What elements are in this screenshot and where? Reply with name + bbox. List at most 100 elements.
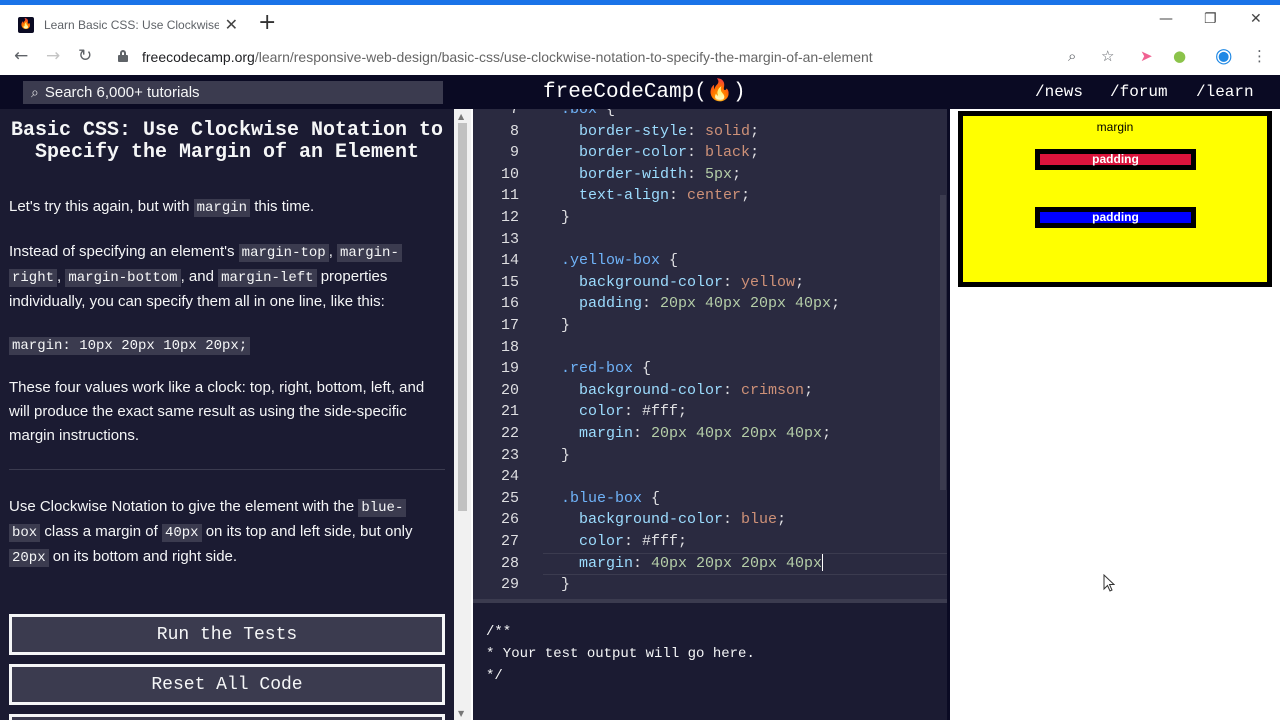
fcc-logo[interactable]: freeCodeCamp(🔥) — [543, 79, 746, 104]
line-number: 22 — [500, 425, 519, 442]
run-tests-button[interactable]: Run the Tests — [9, 614, 445, 655]
extension-icon-2[interactable]: ● — [1173, 47, 1186, 65]
code-text: .box { — [561, 109, 616, 118]
red-box: padding — [1035, 149, 1196, 170]
code-line[interactable]: 10 border-width: 5px; — [473, 164, 947, 186]
code-line[interactable]: 7 .box { — [473, 109, 947, 121]
code-line[interactable]: 9 border-color: black; — [473, 142, 947, 164]
line-number: 16 — [500, 295, 519, 313]
preview-pane: margin padding padding — [950, 109, 1280, 720]
line-number: 7 — [509, 109, 519, 118]
code-text: } — [561, 576, 571, 594]
lesson-paragraph-3: These four values work like a clock: top… — [9, 379, 425, 444]
lock-icon[interactable] — [118, 50, 128, 62]
code-text: } — [561, 446, 571, 464]
code-line[interactable]: 29} — [473, 574, 947, 596]
text-cursor — [822, 554, 824, 572]
example-code: margin: 10px 20px 10px 20px; — [9, 333, 439, 358]
tab-close-icon[interactable]: ✕ — [225, 15, 238, 34]
search-placeholder: Search 6,000+ tutorials — [44, 84, 200, 101]
fcc-navbar: ⌕ Search 6,000+ tutorials freeCodeCamp(🔥… — [0, 75, 1280, 109]
line-number: 18 — [500, 338, 519, 356]
fcc-favicon-icon: 🔥 — [18, 16, 34, 33]
scrollbar-thumb[interactable] — [458, 123, 467, 511]
code-text: color: #fff; — [561, 533, 688, 550]
code-line[interactable]: 19 .red-box { — [473, 358, 947, 380]
line-number: 9 — [509, 144, 519, 162]
profile-icon[interactable]: ◉ — [1215, 43, 1232, 67]
code-text: .red-box { — [561, 360, 652, 378]
code-line[interactable]: 21 color: #fff; — [473, 401, 947, 423]
code-line[interactable]: 16 padding: 20px 40px 20px 40px; — [473, 293, 947, 315]
close-window-button[interactable]: ✕ — [1250, 11, 1262, 27]
line-number: 28 — [500, 554, 519, 572]
code-line[interactable]: 11 text-align: center; — [473, 185, 947, 207]
address-bar[interactable]: freecodecamp.org/learn/responsive-web-de… — [142, 49, 873, 65]
star-icon[interactable]: ☆ — [1101, 47, 1114, 65]
search-input[interactable]: ⌕ Search 6,000+ tutorials — [23, 81, 443, 104]
code-line[interactable]: 17} — [473, 315, 947, 337]
code-line[interactable]: 23} — [473, 445, 947, 467]
nav-link-learn[interactable]: /learn — [1196, 83, 1254, 101]
code-line[interactable]: 14 .yellow-box { — [473, 250, 947, 272]
code-line[interactable]: 27 color: #fff; — [473, 531, 947, 553]
line-number: 11 — [500, 187, 519, 205]
nav-link-news[interactable]: /news — [1035, 83, 1083, 101]
code-line[interactable]: 25 .blue-box { — [473, 488, 947, 510]
line-number: 25 — [500, 489, 519, 507]
line-number: 20 — [500, 381, 519, 399]
code-line[interactable]: 18 — [473, 337, 947, 359]
code-line[interactable]: 24 — [473, 466, 947, 488]
line-number: 29 — [500, 576, 519, 594]
code-text: margin: 40px 20px 20px 40px — [561, 554, 824, 572]
code-text: border-style: solid; — [561, 122, 760, 140]
forward-icon[interactable]: → — [46, 46, 60, 66]
test-output: /** * Your test output will go here. */ — [473, 603, 947, 720]
restore-button[interactable]: ❐ — [1204, 11, 1217, 27]
code-text: border-color: black; — [561, 144, 760, 162]
code-line[interactable]: 28 margin: 40px 20px 20px 40px — [473, 552, 947, 575]
line-number: 13 — [500, 230, 519, 248]
editor-scrollbar[interactable] — [940, 195, 946, 490]
extension-icon[interactable]: ➤ — [1140, 47, 1153, 65]
code-line[interactable]: 13 — [473, 229, 947, 251]
code-line[interactable]: 12} — [473, 207, 947, 229]
browser-tab[interactable]: 🔥 Learn Basic CSS: Use Clockwise N ✕ — [8, 9, 248, 40]
line-number: 8 — [509, 122, 519, 140]
code-text: border-width: 5px; — [561, 165, 742, 183]
code-line[interactable]: 8 border-style: solid; — [473, 121, 947, 143]
code-line[interactable]: 15 background-color: yellow; — [473, 272, 947, 294]
nav-link-forum[interactable]: /forum — [1110, 83, 1168, 101]
code-line[interactable]: 26 background-color: blue; — [473, 509, 947, 531]
back-icon[interactable]: ← — [14, 46, 28, 66]
zoom-icon[interactable]: ⌕ — [1068, 47, 1076, 65]
code-text: color: #fff; — [561, 403, 688, 421]
code-text: background-color: crimson; — [561, 381, 814, 399]
menu-icon[interactable]: ⋮ — [1252, 47, 1267, 65]
next-button[interactable] — [9, 714, 445, 720]
code-editor[interactable]: 7 .box {8 border-style: solid; 9 border-co… — [473, 109, 947, 599]
line-number: 24 — [500, 468, 519, 486]
tab-strip: 🔥 Learn Basic CSS: Use Clockwise N ✕ + —… — [0, 5, 1280, 40]
yellow-box: margin padding padding — [958, 111, 1272, 287]
new-tab-button[interactable]: + — [258, 10, 276, 35]
lesson-scrollbar[interactable]: ▲ ▼ — [454, 109, 471, 720]
minimize-button[interactable]: — — [1159, 11, 1173, 27]
reset-code-button[interactable]: Reset All Code — [9, 664, 445, 705]
lesson-panel: Basic CSS: Use Clockwise Notation to Spe… — [0, 109, 454, 720]
scroll-down-icon[interactable]: ▼ — [458, 709, 464, 718]
code-line[interactable]: 20 background-color: crimson; — [473, 380, 947, 402]
code-text: background-color: yellow; — [561, 273, 805, 291]
lesson-paragraph-1: Let's try this again, but with margin th… — [9, 198, 315, 217]
scroll-up-icon[interactable]: ▲ — [458, 112, 464, 121]
code-text: padding: 20px 40px 20px 40px; — [561, 295, 841, 313]
lesson-paragraph-2: Instead of specifying an element's margi… — [9, 240, 439, 314]
code-line[interactable]: 22 margin: 20px 40px 20px 40px; — [473, 423, 947, 445]
lesson-title: Basic CSS: Use Clockwise Notation to Spe… — [10, 119, 444, 164]
reload-icon[interactable]: ↻ — [78, 46, 92, 66]
code-text: .yellow-box { — [561, 252, 679, 270]
line-number: 10 — [500, 165, 519, 183]
blue-box: padding — [1035, 207, 1196, 228]
url-host: freecodecamp.org — [142, 49, 255, 65]
line-number: 26 — [500, 511, 519, 529]
